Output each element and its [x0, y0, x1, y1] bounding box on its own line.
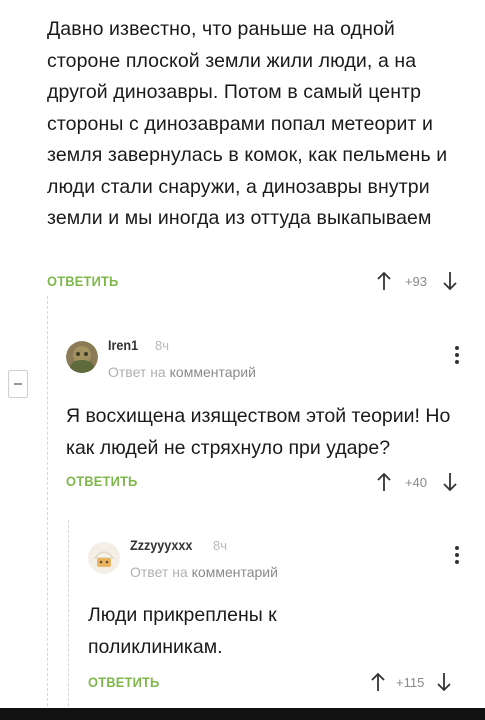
thread-line-level-1: [47, 296, 48, 706]
comment-text: Люди прикреплены к поликлиникам.: [88, 604, 277, 658]
arrow-up-icon[interactable]: [376, 271, 392, 291]
reply-button[interactable]: ОТВЕТИТЬ: [66, 473, 138, 489]
thread-line-level-2: [68, 520, 69, 706]
vote-controls: +115: [370, 672, 452, 692]
vote-controls: +40: [376, 472, 458, 492]
arrow-down-icon[interactable]: [436, 672, 452, 692]
comment-time: 8ч: [213, 538, 228, 553]
username[interactable]: Zzzyyyxxx: [130, 537, 192, 553]
reply-to-info: Ответ на комментарий: [130, 564, 278, 580]
avatar[interactable]: [66, 341, 98, 373]
comment-text: Я восхищена изяществом этой теории! Но к…: [66, 405, 451, 459]
rating-value: +40: [404, 474, 428, 490]
reply-to-info: Ответ на комментарий: [108, 364, 256, 380]
comment-time: 8ч: [155, 338, 170, 353]
reply-button[interactable]: ОТВЕТИТЬ: [47, 273, 119, 289]
reply-button[interactable]: ОТВЕТИТЬ: [88, 674, 160, 690]
more-vertical-icon[interactable]: [452, 346, 462, 370]
reply-to-link[interactable]: комментарий: [192, 564, 278, 580]
arrow-down-icon[interactable]: [442, 472, 458, 492]
username[interactable]: Iren1: [108, 337, 138, 353]
collapse-icon[interactable]: [8, 370, 28, 398]
more-vertical-icon[interactable]: [452, 546, 462, 570]
arrow-down-icon[interactable]: [442, 271, 458, 291]
avatar[interactable]: [88, 542, 120, 574]
rating-value: +115: [396, 674, 425, 690]
bottom-edge: [0, 708, 485, 720]
reply-to-prefix: Ответ на: [108, 364, 166, 380]
comment-thread: Давно известно, что раньше на одной стор…: [0, 0, 485, 720]
vote-controls: +93: [376, 271, 458, 291]
reply-to-link[interactable]: комментарий: [170, 364, 256, 380]
rating-value: +93: [404, 273, 428, 289]
reply-to-prefix: Ответ на: [130, 564, 188, 580]
comment-text: Давно известно, что раньше на одной стор…: [47, 18, 448, 229]
arrow-up-icon[interactable]: [376, 472, 392, 492]
arrow-up-icon[interactable]: [370, 672, 386, 692]
